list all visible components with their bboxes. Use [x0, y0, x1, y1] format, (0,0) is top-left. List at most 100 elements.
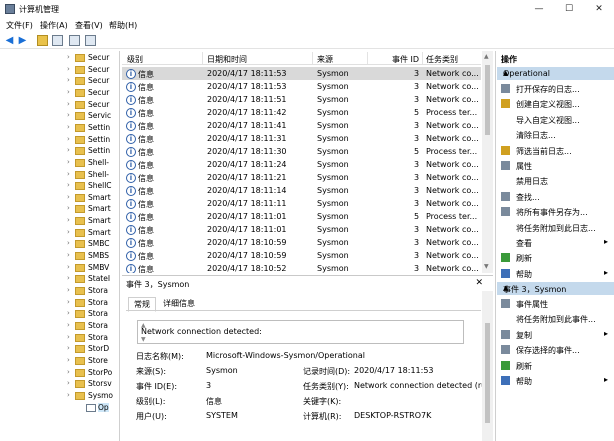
action-item[interactable]: 将任务附加到此日志... [496, 221, 614, 234]
event-row[interactable]: i 信息 2020/4/17 18:11:01 Sysmon 3 Network co..… [122, 223, 481, 236]
chevron-right-icon[interactable]: › [67, 309, 70, 317]
open-folder-icon[interactable] [37, 35, 48, 46]
tree-item[interactable]: › StateI [0, 274, 119, 286]
action-item[interactable]: 刷新 [496, 359, 614, 372]
menu-file[interactable]: 文件(F) [6, 20, 33, 31]
chevron-right-icon[interactable]: › [67, 100, 70, 108]
tree-item[interactable]: › Secur [0, 88, 119, 100]
chevron-right-icon[interactable]: › [67, 251, 70, 259]
event-row[interactable]: i 信息 2020/4/17 18:11:01 Sysmon 5 Process ter.… [122, 210, 481, 223]
tree-item-selected[interactable]: Op [0, 402, 119, 415]
tree-item[interactable]: › Smart [0, 216, 119, 228]
chevron-right-icon[interactable]: › [67, 170, 70, 178]
chevron-right-icon[interactable]: › [67, 274, 70, 282]
action-item[interactable]: 清除日志... [496, 128, 614, 141]
event-row[interactable]: i 信息 2020/4/17 18:10:52 Sysmon 3 Network co..… [122, 262, 481, 273]
event-row[interactable]: i 信息 2020/4/17 18:11:14 Sysmon 3 Network co..… [122, 184, 481, 197]
tree-item[interactable]: › Shell- [0, 170, 119, 182]
tree-item[interactable]: › SMBS [0, 251, 119, 263]
event-row[interactable]: i 信息 2020/4/17 18:10:59 Sysmon 3 Network co..… [122, 249, 481, 262]
tree-item[interactable]: › ShellC [0, 181, 119, 193]
column-event-id[interactable]: 事件 ID [392, 54, 419, 65]
chevron-right-icon[interactable]: › [67, 76, 70, 84]
action-item[interactable]: 刷新 [496, 251, 614, 264]
tree-item[interactable]: › Sysmo [0, 391, 119, 403]
chevron-right-icon[interactable]: › [67, 53, 70, 61]
action-item[interactable]: 将任务附加到此事件... [496, 312, 614, 325]
tree-item[interactable]: › Smart [0, 204, 119, 216]
tree-item[interactable]: › Stora [0, 298, 119, 310]
chevron-right-icon[interactable]: › [67, 239, 70, 247]
chevron-right-icon[interactable]: › [67, 379, 70, 387]
chevron-right-icon[interactable]: › [67, 368, 70, 376]
show-hide-tree-icon[interactable] [52, 35, 63, 46]
menu-action[interactable]: 操作(A) [40, 20, 68, 31]
detail-scrollbar[interactable] [482, 291, 493, 441]
column-source[interactable]: 来源 [317, 54, 333, 65]
section-event[interactable]: 事件 3，Sysmon ▲ [497, 282, 614, 295]
chevron-right-icon[interactable]: › [67, 193, 70, 201]
chevron-right-icon[interactable]: › [67, 135, 70, 143]
event-row[interactable]: i 信息 2020/4/17 18:11:51 Sysmon 3 Network co..… [122, 93, 481, 106]
minimize-button[interactable]: — [524, 0, 554, 18]
column-level[interactable]: 级别 [127, 54, 143, 65]
back-arrow-icon[interactable]: ◀ [4, 35, 15, 46]
menu-view[interactable]: 查看(V) [75, 20, 103, 31]
tree-item[interactable]: › SMBC [0, 239, 119, 251]
events-scrollbar[interactable]: ▲ ▼ [482, 51, 493, 273]
tree-item[interactable]: › Storsv [0, 379, 119, 391]
chevron-right-icon[interactable]: › [67, 356, 70, 364]
action-item[interactable]: 保存选择的事件... [496, 343, 614, 356]
tree-item[interactable]: › StorD [0, 344, 119, 356]
tree-item[interactable]: › StorPo [0, 368, 119, 380]
action-item[interactable]: 属性 [496, 159, 614, 172]
chevron-right-icon[interactable]: › [67, 228, 70, 236]
chevron-right-icon[interactable]: › [67, 298, 70, 306]
tree-item[interactable]: › SMBV [0, 263, 119, 275]
action-item[interactable]: 创建自定义视图... [496, 97, 614, 110]
chevron-right-icon[interactable]: › [67, 286, 70, 294]
action-item[interactable]: 事件属性 [496, 297, 614, 310]
menu-help[interactable]: 帮助(H) [109, 20, 137, 31]
tree-item[interactable]: › Stora [0, 286, 119, 298]
tree-item[interactable]: › Settin [0, 146, 119, 158]
tree-item[interactable]: › Stora [0, 321, 119, 333]
event-row[interactable]: i 信息 2020/4/17 18:11:11 Sysmon 3 Network co..… [122, 197, 481, 210]
chevron-right-icon[interactable]: › [67, 204, 70, 212]
tree-item[interactable]: › Shell- [0, 158, 119, 170]
chevron-right-icon[interactable]: › [67, 146, 70, 154]
detail-close-icon[interactable]: ✕ [475, 278, 483, 288]
chevron-right-icon[interactable]: › [67, 65, 70, 73]
tree-item[interactable]: › Secur [0, 65, 119, 77]
action-item[interactable]: 筛选当前日志... [496, 144, 614, 157]
action-item[interactable]: 导入自定义视图... [496, 113, 614, 126]
chevron-right-icon[interactable]: › [67, 158, 70, 166]
event-row[interactable]: i 信息 2020/4/17 18:11:42 Sysmon 5 Process ter.… [122, 106, 481, 119]
action-item[interactable]: 帮助 ▸ [496, 374, 614, 387]
tab-details[interactable]: 详细信息 [158, 297, 200, 310]
chevron-right-icon[interactable]: › [67, 123, 70, 131]
event-row[interactable]: i 信息 2020/4/17 18:11:24 Sysmon 3 Network co..… [122, 158, 481, 171]
chevron-right-icon[interactable]: › [67, 333, 70, 341]
chevron-right-icon[interactable]: › [67, 263, 70, 271]
forward-arrow-icon[interactable]: ▶ [17, 35, 28, 46]
action-item[interactable]: 查看 ▸ [496, 236, 614, 249]
maximize-button[interactable]: ☐ [554, 0, 584, 18]
tree-item[interactable]: › Settin [0, 135, 119, 147]
column-task-category[interactable]: 任务类别 [426, 54, 458, 65]
tree-item[interactable]: › Smart [0, 228, 119, 240]
chevron-right-icon[interactable]: › [67, 321, 70, 329]
action-item[interactable]: 禁用日志 [496, 174, 614, 187]
tree-item[interactable]: › Secur [0, 100, 119, 112]
tree-item[interactable]: › Settin [0, 123, 119, 135]
event-row[interactable]: i 信息 2020/4/17 18:10:59 Sysmon 3 Network co..… [122, 236, 481, 249]
chevron-right-icon[interactable]: › [67, 344, 70, 352]
action-item[interactable]: 打开保存的日志... [496, 82, 614, 95]
tree-item[interactable]: › Stora [0, 333, 119, 345]
chevron-right-icon[interactable]: › [67, 216, 70, 224]
close-button[interactable]: ✕ [584, 0, 614, 18]
event-row[interactable]: i 信息 2020/4/17 18:11:53 Sysmon 3 Network co..… [122, 67, 481, 80]
event-row[interactable]: i 信息 2020/4/17 18:11:53 Sysmon 3 Network co..… [122, 80, 481, 93]
tree-item[interactable]: › Servic [0, 111, 119, 123]
chevron-right-icon[interactable]: › [67, 111, 70, 119]
